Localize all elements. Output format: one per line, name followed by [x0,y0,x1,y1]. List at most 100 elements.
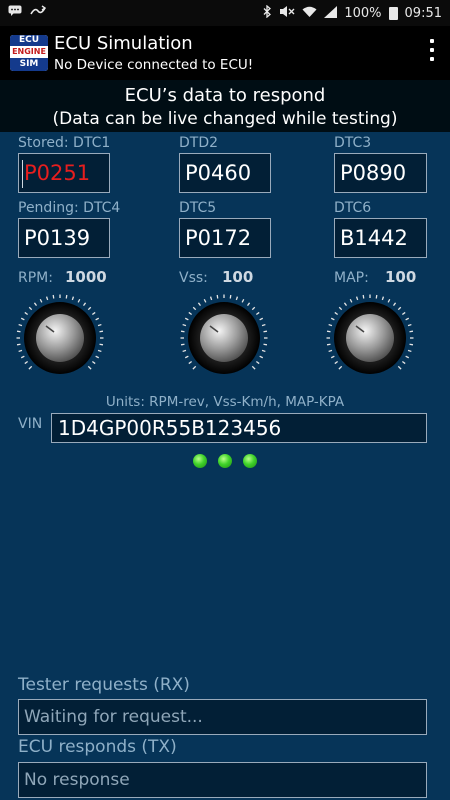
dtc2-label: DTD2 [179,135,219,151]
knob-tick [180,343,185,346]
dtc2-value: P0460 [185,161,252,185]
tester-requests-value: Waiting for request... [24,707,203,727]
units-note: Units: RPM-rev, Vss-Km/h, MAP-KPA [105,394,345,410]
knob-tick [259,355,264,359]
dtc6-field[interactable]: B1442 [334,218,427,258]
knob-tick [349,298,353,303]
tester-requests-field: Waiting for request... [18,699,427,735]
logo-line-2: ENGINE [10,46,48,58]
vin-value: 1D4GP00R55B123456 [58,416,282,440]
vss-knob[interactable] [179,293,269,383]
knob-cap [200,314,248,362]
knob-tick [24,360,29,365]
dtc5-value: P0172 [185,226,252,250]
vss-label: Vss: [179,270,208,286]
ecu-responds-label: ECU responds (TX) [18,737,177,757]
knob-tick [99,330,104,333]
transfer-icon [30,5,47,20]
dtc1-field[interactable]: P0251 [18,153,110,193]
text-cursor [22,160,23,188]
knob-tick [99,343,104,346]
vin-label: VIN [18,416,43,432]
knob-tick [251,365,256,370]
knob-tick [246,302,251,307]
knob-tick [95,355,100,359]
knob-tick [28,306,33,311]
map-label: MAP: [334,270,369,286]
dtc3-label: DTC3 [334,135,372,151]
knob-tick [182,323,187,327]
knob-cap [36,314,84,362]
dtc2-field[interactable]: P0460 [179,153,271,193]
ecu-responds-value: No response [24,770,130,790]
knob-tick [91,360,96,365]
knob-tick [326,330,331,333]
bluetooth-icon [263,4,272,21]
knob-tick [20,355,25,359]
app-bar: ECU ENGINE SIM ECU Simulation No Device … [0,26,450,80]
rpm-label: RPM: [18,270,53,286]
knob-tick [184,355,189,359]
knob-tick [229,294,232,299]
knob-tick [45,296,49,301]
knob-tick [52,294,55,299]
knob-tick [328,323,333,327]
vin-field[interactable]: 1D4GP00R55B123456 [51,413,427,443]
knob-tick [20,317,25,321]
knob-tick [330,355,335,359]
knob-tick [241,298,245,303]
app-logo: ECU ENGINE SIM [10,35,48,71]
knob-tick [16,343,21,346]
dtc1-value: P0251 [24,161,91,185]
knob-tick [192,365,197,370]
dtc3-field[interactable]: P0890 [334,153,427,193]
connection-status: No Device connected to ECU! [54,57,254,73]
dtc5-label: DTC5 [179,200,217,216]
knob-tick [97,349,102,353]
knob-tick [18,349,23,353]
knob-tick [375,294,378,299]
dtc5-field[interactable]: P0172 [179,218,271,258]
section-title: ECU’s data to respond [124,85,326,106]
ecu-responds-field: No response [18,762,427,798]
knob-tick [259,317,264,321]
map-knob[interactable] [325,293,415,383]
status-led-1 [193,454,207,468]
signal-icon [324,5,338,21]
knob-tick [405,355,410,359]
knob-tick [39,298,43,303]
knob-tick [87,306,92,311]
knob-tick [392,302,397,307]
knob-tick [409,330,414,333]
knob-tick [203,298,207,303]
knob-tick [16,330,21,333]
map-value: 100 [385,268,417,286]
logo-line-1: ECU [10,35,48,46]
knob-tick [407,349,412,353]
rpm-value: 1000 [65,268,107,286]
knob-tick [188,311,193,316]
knob-tick [33,302,38,307]
knob-tick [355,296,359,301]
knob-tick [82,302,87,307]
rpm-knob[interactable] [15,293,105,383]
battery-percent: 100% [344,5,382,21]
knob-tick [209,296,213,301]
status-led-2 [218,454,232,468]
knob-tick [326,343,331,346]
knob-tick [343,302,348,307]
logo-line-3: SIM [10,58,48,71]
knob-tick [65,294,68,299]
knob-tick [261,323,266,327]
battery-icon [388,6,398,20]
knob-tick [24,311,29,316]
dtc4-field[interactable]: P0139 [18,218,110,258]
knob-tick [188,360,193,365]
knob-tick [28,365,33,370]
knob-tick [330,317,335,321]
overflow-menu-icon[interactable] [428,39,436,67]
knob-tick [263,343,268,346]
mute-icon [279,5,295,21]
knob-tick [334,311,339,316]
dtc4-label: Pending: DTC4 [18,200,121,216]
